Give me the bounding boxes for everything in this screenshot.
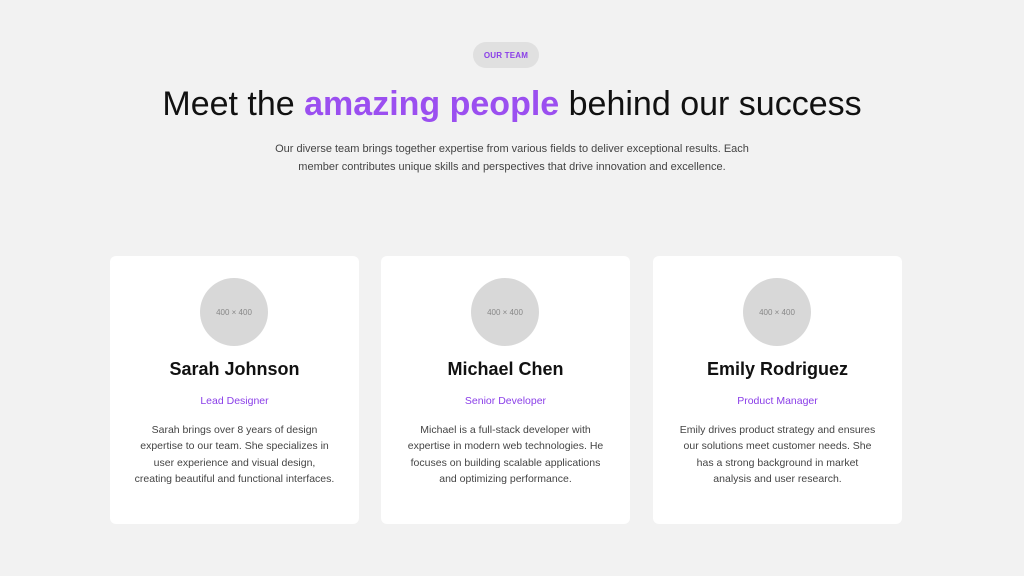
avatar-placeholder: 400 × 400: [471, 278, 539, 346]
team-section: OUR TEAM Meet the amazing people behind …: [0, 0, 1024, 576]
headline-lead-text: Meet the: [162, 85, 305, 123]
team-card-emily-rodriguez: 400 × 400 Emily Rodriguez Product Manage…: [653, 256, 902, 524]
section-intro: Our diverse team brings together experti…: [275, 143, 749, 173]
headline-tail-text: behind our success: [559, 85, 862, 123]
member-bio: Sarah brings over 8 years of design expe…: [134, 424, 335, 486]
member-name: Emily Rodriguez: [706, 359, 849, 379]
member-role: Senior Developer: [464, 395, 547, 407]
member-role: Lead Designer: [200, 395, 269, 407]
avatar-placeholder: 400 × 400: [743, 278, 811, 346]
member-bio: Michael is a full-stack developer with e…: [407, 424, 604, 486]
member-bio: Emily drives product strategy and ensure…: [679, 424, 876, 486]
avatar-placeholder: 400 × 400: [200, 278, 268, 346]
member-name: Michael Chen: [447, 359, 564, 379]
team-card-sarah-johnson: 400 × 400 Sarah Johnson Lead Designer Sa…: [110, 256, 359, 524]
team-card-michael-chen: 400 × 400 Michael Chen Senior Developer …: [381, 256, 630, 524]
member-role: Product Manager: [737, 395, 818, 407]
section-headline: Meet the amazing people behind our succe…: [0, 80, 1024, 128]
section-badge: OUR TEAM: [473, 42, 539, 68]
headline-accent-text: amazing people: [304, 85, 560, 123]
member-name: Sarah Johnson: [169, 359, 300, 379]
